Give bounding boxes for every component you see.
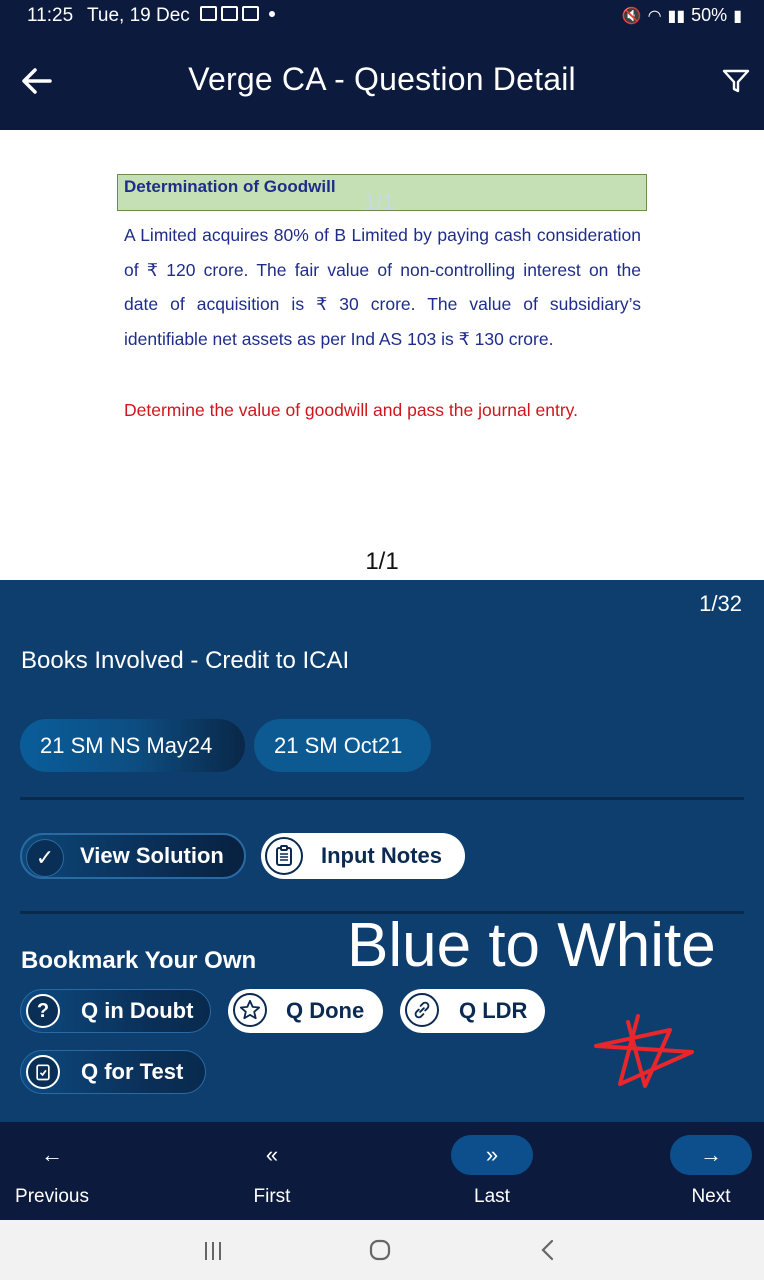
calendar-notification-icon xyxy=(242,6,259,21)
divider xyxy=(20,797,744,800)
bookmark-q-ldr-button[interactable]: Q LDR xyxy=(400,989,545,1033)
double-chevron-right-icon: » xyxy=(485,1142,499,1167)
book-chip-label: 21 SM NS May24 xyxy=(40,732,213,758)
bookmark-label: Q Done xyxy=(286,998,365,1023)
gmail-notification-icon xyxy=(221,6,238,21)
question-instruction: Determine the value of goodwill and pass… xyxy=(124,400,578,420)
question-counter: 1/32 xyxy=(699,591,742,616)
app-header: Verge CA - Question Detail xyxy=(0,32,764,130)
book-chip-may24[interactable]: 21 SM NS May24 xyxy=(20,719,245,772)
bookmark-section-title: Bookmark Your Own xyxy=(21,947,257,974)
arrow-right-icon: → xyxy=(700,1142,722,1167)
page-title: Verge CA - Question Detail xyxy=(188,61,576,97)
filter-icon[interactable] xyxy=(722,67,750,95)
notes-clipboard-icon xyxy=(265,837,303,875)
last-label[interactable]: Last xyxy=(432,1186,552,1208)
next-button[interactable]: → xyxy=(670,1135,752,1175)
question-options-panel: 1/32 Books Involved - Credit to ICAI 21 … xyxy=(0,580,764,1122)
bookmark-q-done-button[interactable]: Q Done xyxy=(228,989,383,1033)
volte-signal-icon: ▮▮ xyxy=(667,7,686,25)
home-icon[interactable] xyxy=(369,1239,391,1261)
hand-drawn-star-annotation xyxy=(594,1014,694,1088)
battery-icon: ▮ xyxy=(733,7,742,25)
notification-icons xyxy=(200,6,275,21)
status-indicators: 🔇 ◠ ▮▮ 50% ▮ xyxy=(622,5,742,26)
question-image-area: Determination of Goodwill 1/1 A Limited … xyxy=(0,130,764,580)
system-back-icon[interactable] xyxy=(540,1239,554,1261)
mute-icon: 🔇 xyxy=(621,7,642,25)
view-solution-button[interactable]: ✓ View Solution xyxy=(20,833,246,879)
previous-button[interactable]: ← xyxy=(11,1135,93,1175)
checkmark-icon: ✓ xyxy=(26,839,64,877)
arrow-left-icon: ← xyxy=(41,1142,63,1167)
bookmark-label: Q LDR xyxy=(459,998,528,1023)
status-time: 11:25 xyxy=(27,5,74,26)
system-navigation-bar xyxy=(0,1220,764,1280)
question-body: A Limited acquires 80% of B Limited by p… xyxy=(124,225,641,349)
previous-label[interactable]: Previous xyxy=(0,1186,112,1208)
first-button[interactable]: « xyxy=(231,1135,313,1175)
next-label[interactable]: Next xyxy=(651,1186,764,1208)
bookmark-label: Q for Test xyxy=(81,1059,184,1084)
first-label[interactable]: First xyxy=(212,1186,332,1208)
input-notes-button[interactable]: Input Notes xyxy=(261,833,465,879)
last-button[interactable]: » xyxy=(451,1135,533,1175)
more-notifications-dot-icon xyxy=(269,10,275,17)
star-icon xyxy=(233,993,267,1027)
recent-apps-icon[interactable] xyxy=(203,1241,223,1261)
status-date: Tue, 19 Dec xyxy=(87,5,190,26)
question-mark-icon: ? xyxy=(26,994,60,1028)
bottom-navigation: ← Previous « First » Last → Next xyxy=(0,1122,764,1220)
gallery-notification-icon xyxy=(200,6,217,21)
link-icon xyxy=(405,993,439,1027)
battery-percent: 50% xyxy=(691,5,728,25)
question-watermark: 1/1 xyxy=(364,190,395,215)
bookmark-label: Q in Doubt xyxy=(81,998,194,1023)
wifi-icon: ◠ xyxy=(647,7,662,25)
book-chip-label: 21 SM Oct21 xyxy=(274,732,403,758)
bookmark-q-in-doubt-button[interactable]: ? Q in Doubt xyxy=(20,989,211,1033)
overlay-annotation-text: Blue to White xyxy=(347,911,716,980)
question-page-indicator: 1/1 xyxy=(365,548,399,575)
books-involved-title: Books Involved - Credit to ICAI xyxy=(21,647,350,674)
view-solution-label: View Solution xyxy=(80,843,224,868)
status-bar: 11:25 Tue, 19 Dec 🔇 ◠ ▮▮ 50% ▮ xyxy=(0,0,764,32)
clipboard-check-icon xyxy=(26,1055,60,1089)
input-notes-label: Input Notes xyxy=(321,843,442,868)
double-chevron-left-icon: « xyxy=(265,1142,279,1167)
bookmark-q-for-test-button[interactable]: Q for Test xyxy=(20,1050,206,1094)
book-chip-oct21[interactable]: 21 SM Oct21 xyxy=(254,719,431,772)
